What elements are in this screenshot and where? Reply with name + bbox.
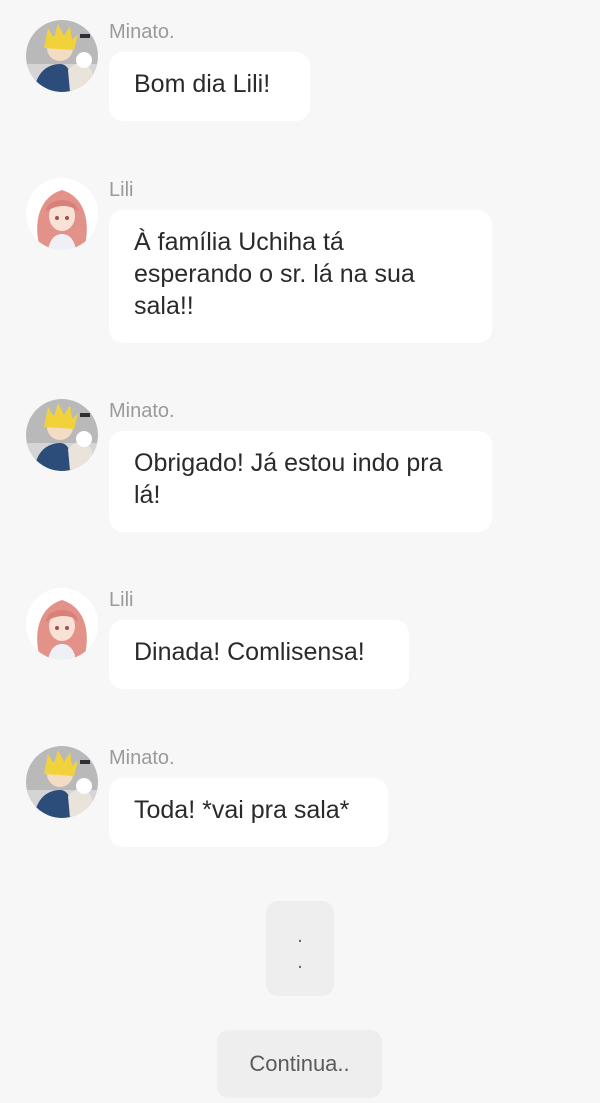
message-bubble: Dinada! Comlisensa! (109, 620, 409, 689)
sender-name: Minato. (109, 400, 175, 422)
ellipsis-dot: . (297, 924, 303, 947)
message-bubble: Toda! *vai pra sala* (109, 778, 388, 847)
sender-name: Minato. (109, 21, 175, 43)
message-bubble: Bom dia Lili! (109, 52, 310, 121)
sender-name: Minato. (109, 747, 175, 769)
typing-indicator: . . (266, 901, 334, 996)
minato-avatar[interactable] (26, 20, 98, 92)
ellipsis-dot: . (297, 950, 303, 973)
sender-name: Lili (109, 589, 134, 611)
sender-name: Lili (109, 179, 134, 201)
lili-avatar[interactable] (26, 588, 98, 660)
message-bubble: Obrigado! Já estou indo pra lá! (109, 431, 492, 532)
minato-avatar[interactable] (26, 746, 98, 818)
lili-avatar[interactable] (26, 178, 98, 250)
minato-avatar[interactable] (26, 399, 98, 471)
message-bubble: À família Uchiha tá esperando o sr. lá n… (109, 210, 492, 343)
continue-button[interactable]: Continua.. (217, 1030, 382, 1098)
